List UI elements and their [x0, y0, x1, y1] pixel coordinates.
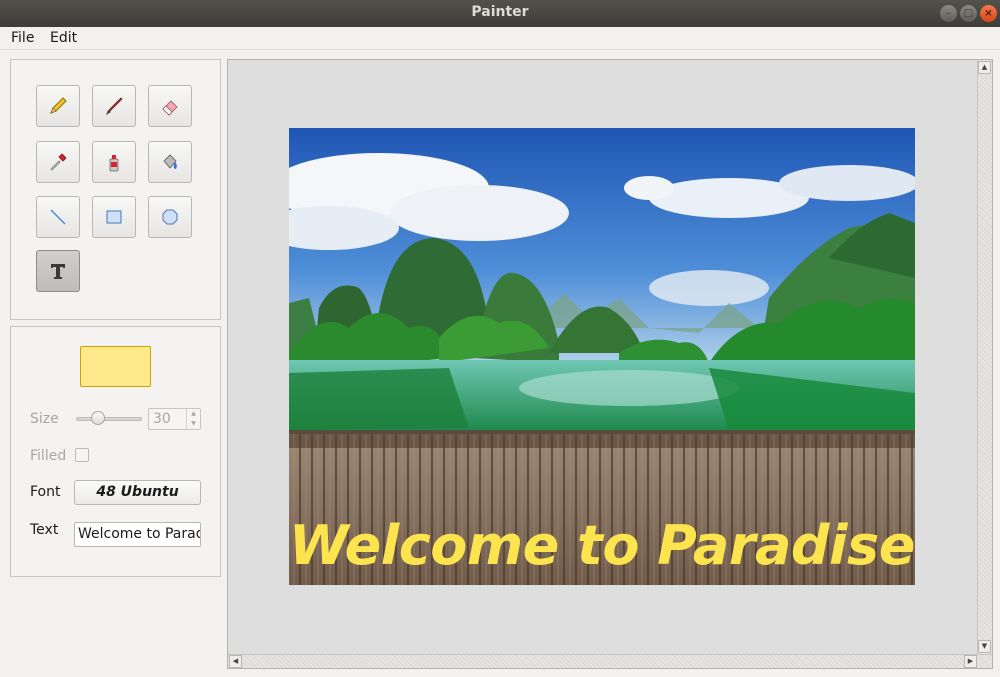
font-button[interactable]: 48 Ubuntu — [74, 480, 201, 505]
vertical-scrollbar[interactable] — [977, 60, 992, 654]
filled-label: Filled — [30, 448, 67, 464]
horizontal-scrollbar[interactable] — [228, 654, 992, 668]
tool-fill[interactable] — [148, 141, 192, 183]
size-spinbox[interactable]: 30 ▲ ▼ — [148, 408, 201, 430]
eraser-icon — [162, 100, 178, 116]
tool-pencil[interactable] — [36, 85, 80, 127]
tool-ellipse[interactable] — [148, 196, 192, 238]
tool-brush[interactable] — [92, 85, 136, 127]
maximize-button[interactable]: □ — [960, 5, 977, 22]
size-value: 30 — [153, 411, 171, 427]
text-input[interactable]: Welcome to Parad — [74, 522, 201, 547]
ellipse-icon — [162, 209, 178, 225]
tools-panel — [10, 59, 221, 320]
tool-rectangle[interactable] — [92, 196, 136, 238]
text-tool-icon — [51, 264, 65, 279]
brush-icon — [106, 97, 123, 115]
title-bar: Painter – □ × — [0, 0, 1000, 27]
tool-text[interactable] — [36, 250, 80, 292]
spin-arrows-icon[interactable]: ▲ ▼ — [186, 409, 200, 429]
menu-file[interactable]: File — [11, 30, 34, 46]
line-icon — [50, 209, 66, 225]
size-slider-handle[interactable] — [91, 411, 105, 425]
rectangle-icon — [106, 210, 122, 224]
menu-bar: File Edit — [0, 27, 1000, 50]
tool-spray[interactable] — [92, 141, 136, 183]
text-label: Text — [30, 522, 59, 538]
font-label: Font — [30, 484, 61, 500]
minimize-button[interactable]: – — [940, 5, 957, 22]
size-label: Size — [30, 411, 59, 427]
menu-edit[interactable]: Edit — [50, 30, 77, 46]
close-button[interactable]: × — [980, 5, 997, 22]
scroll-left-icon[interactable]: ◀ — [229, 655, 242, 668]
filled-checkbox[interactable] — [75, 448, 89, 462]
paint-bucket-icon — [163, 154, 177, 169]
properties-panel: Size 30 ▲ ▼ Filled Font 48 Ubuntu Text We… — [10, 326, 221, 577]
pencil-icon — [50, 97, 67, 114]
scroll-up-icon[interactable]: ▲ — [978, 61, 991, 74]
tool-line[interactable] — [36, 196, 80, 238]
canvas-overlay-text: Welcome to Paradise! — [289, 514, 915, 577]
size-slider-track[interactable] — [76, 417, 142, 421]
tool-color-picker[interactable] — [36, 141, 80, 183]
window-title: Painter — [471, 4, 529, 20]
color-swatch-button[interactable] — [80, 346, 151, 387]
tool-eraser[interactable] — [148, 85, 192, 127]
scroll-down-icon[interactable]: ▼ — [978, 640, 991, 653]
scroll-right-icon[interactable]: ▶ — [964, 655, 977, 668]
canvas-image[interactable]: Welcome to Paradise! — [289, 128, 915, 585]
spray-can-icon — [109, 155, 119, 172]
color-picker-icon — [50, 153, 67, 171]
